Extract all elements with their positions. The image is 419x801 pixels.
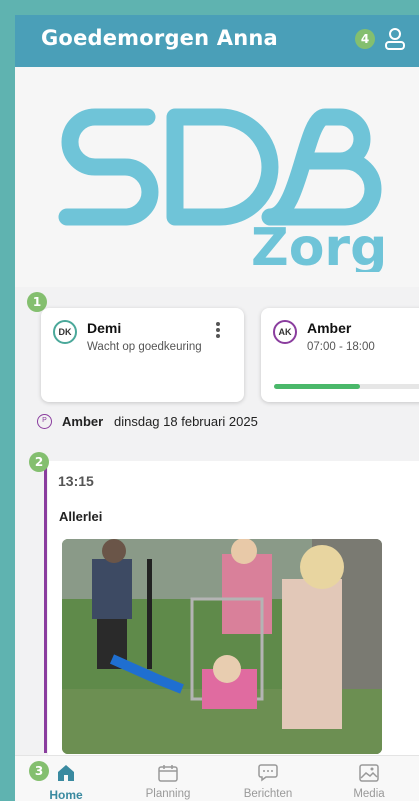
child-name: Demi <box>87 320 122 336</box>
bottom-tab-bar: 3 Home Planning Berichten Media <box>15 755 419 801</box>
sdb-zorgt-logo: Zorgt <box>58 108 385 272</box>
day-progress-bar <box>274 384 419 389</box>
step-badge-4: 4 <box>355 29 375 49</box>
planning-icon: P <box>37 414 52 429</box>
child-card-amber[interactable]: AK Amber 07:00 - 18:00 <box>261 308 419 402</box>
logo-tagline: Zorgt <box>251 218 385 272</box>
top-bar: Goedemorgen Anna 4 <box>15 15 419 67</box>
timeline-line <box>44 463 47 753</box>
logo-banner: Zorgt <box>15 67 419 287</box>
post-title: Allerlei <box>59 509 103 524</box>
tab-planning[interactable]: Planning <box>133 764 203 800</box>
step-badge-2: 2 <box>29 452 49 472</box>
day-date: dinsdag 18 februari 2025 <box>114 414 258 429</box>
greeting-title: Goedemorgen Anna <box>41 26 278 50</box>
tab-home[interactable]: Home <box>31 764 101 801</box>
app-screen: Goedemorgen Anna 4 Zorgt 1 DK Demi Wacht… <box>15 15 419 801</box>
home-icon <box>58 765 74 781</box>
tab-label: Home <box>49 788 83 801</box>
chat-icon <box>258 764 278 782</box>
child-name: Amber <box>307 320 352 336</box>
child-card-demi[interactable]: DK Demi Wacht op goedkeuring <box>41 308 244 402</box>
avatar: DK <box>53 320 77 344</box>
timeline-post[interactable]: 13:15 Allerlei <box>48 461 419 770</box>
profile-icon[interactable] <box>384 27 406 51</box>
post-photo[interactable] <box>62 539 382 754</box>
tab-label: Planning <box>145 788 191 800</box>
tab-label: Berichten <box>243 788 293 800</box>
tab-media[interactable]: Media <box>334 764 404 800</box>
day-child-name: Amber <box>62 414 104 429</box>
calendar-icon <box>158 765 178 782</box>
tab-berichten[interactable]: Berichten <box>233 764 303 800</box>
child-hours: 07:00 - 18:00 <box>307 341 375 353</box>
avatar: AK <box>273 320 297 344</box>
photo-image <box>62 539 382 754</box>
children-cards: 1 DK Demi Wacht op goedkeuring AK Amber … <box>15 290 419 402</box>
image-icon <box>359 764 379 782</box>
child-status: Wacht op goedkeuring <box>87 341 202 353</box>
more-options-icon[interactable] <box>213 320 223 342</box>
tab-label: Media <box>353 788 385 800</box>
post-time: 13:15 <box>58 473 94 489</box>
day-progress-fill <box>274 384 361 389</box>
